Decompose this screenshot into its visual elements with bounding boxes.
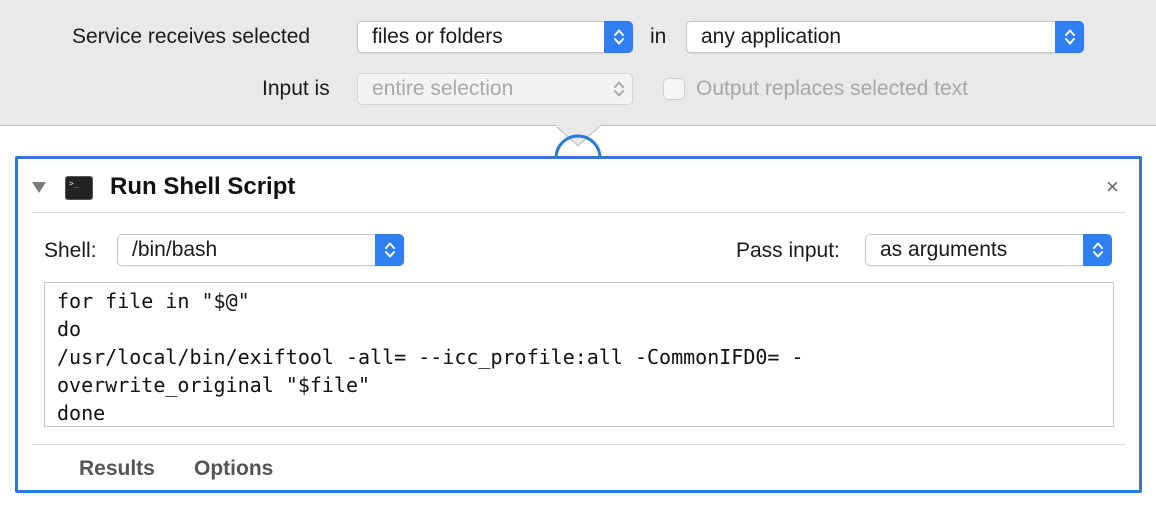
input-scope-popup[interactable]: entire selection	[357, 73, 633, 105]
in-label: in	[650, 25, 667, 48]
shell-popup[interactable]: /bin/bash	[117, 234, 404, 266]
script-line: done	[57, 401, 106, 425]
service-type-value: files or folders	[372, 25, 503, 48]
application-popup[interactable]: any application	[686, 21, 1084, 53]
input-is-label: Input is	[262, 77, 330, 100]
input-scope-value: entire selection	[372, 77, 514, 100]
pass-input-value: as arguments	[880, 238, 1008, 261]
script-line: overwrite_original "$file"	[57, 373, 371, 397]
tab-results[interactable]: Results	[79, 457, 155, 481]
script-line: for file in "$@"	[57, 289, 250, 313]
service-type-popup[interactable]: files or folders	[357, 21, 633, 53]
script-line: do	[57, 317, 82, 341]
terminal-icon: >_	[65, 176, 93, 200]
application-value: any application	[701, 25, 842, 48]
action-title: Run Shell Script	[110, 173, 296, 200]
pass-input-label: Pass input:	[736, 239, 840, 262]
disclosure-triangle-icon[interactable]	[31, 181, 47, 199]
pass-input-popup[interactable]: as arguments	[865, 234, 1112, 266]
shell-label: Shell:	[44, 239, 97, 262]
close-icon[interactable]: ×	[1106, 174, 1119, 200]
footer-divider	[33, 444, 1126, 445]
shell-value: /bin/bash	[132, 238, 218, 261]
output-replaces-label: Output replaces selected text	[696, 77, 968, 100]
updown-chevron-icon	[1083, 234, 1112, 266]
action-title-bar: >_ Run Shell Script ×	[18, 159, 1139, 213]
updown-chevron-icon	[375, 234, 404, 266]
title-divider	[33, 212, 1126, 213]
service-receives-label: Service receives selected	[72, 25, 311, 48]
tab-options[interactable]: Options	[194, 457, 273, 481]
output-replaces-checkbox[interactable]	[663, 78, 685, 100]
script-line: /usr/local/bin/exiftool -all= --icc_prof…	[57, 345, 804, 369]
run-shell-script-action: >_ Run Shell Script × Shell: /bin/bash P…	[15, 156, 1142, 493]
service-header: Service receives selected files or folde…	[0, 0, 1156, 126]
script-editor[interactable]: for file in "$@" do/usr/local/bin/exiftoo…	[44, 282, 1114, 427]
updown-chevron-icon	[604, 73, 633, 105]
updown-chevron-icon	[1055, 21, 1084, 53]
updown-chevron-icon	[604, 21, 633, 53]
